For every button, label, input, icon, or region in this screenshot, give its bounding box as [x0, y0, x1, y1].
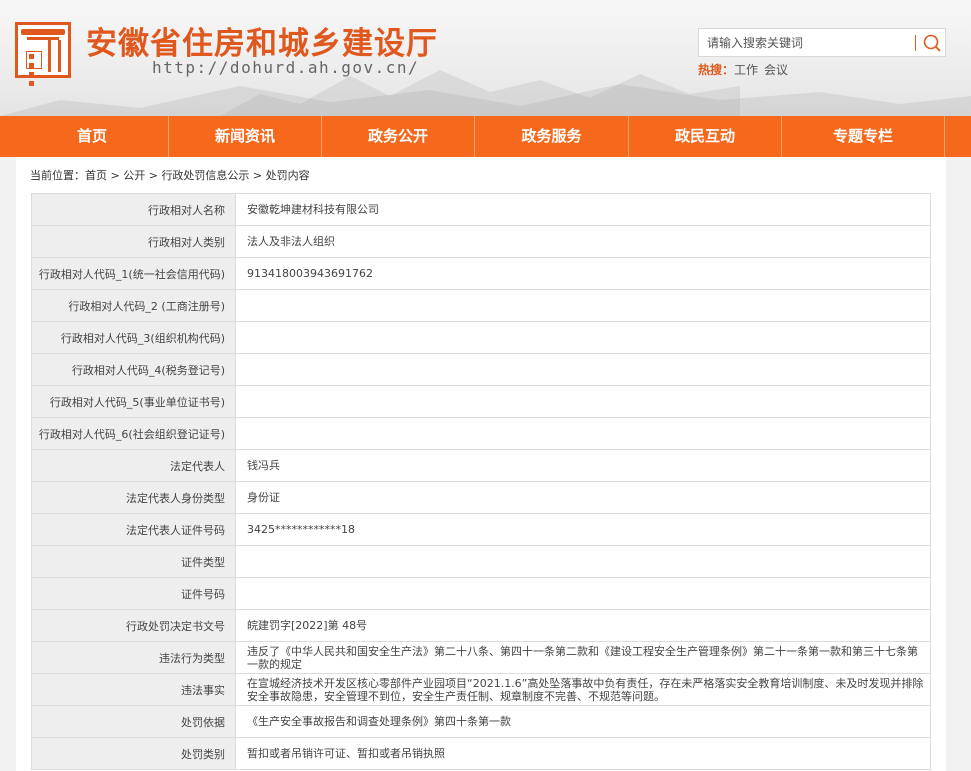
row-value: 皖建罚字[2022]第 48号 — [235, 609, 931, 642]
site-header: 安徽省住房和城乡建设厅 http://dohurd.ah.gov.cn/ 热搜：… — [0, 0, 971, 116]
breadcrumb-separator: > — [107, 169, 124, 182]
content-panel: 当前位置：首页 > 公开 > 行政处罚信息公示 > 处罚内容 行政相对人名称 安徽… — [16, 157, 946, 771]
table-row: 法定代表人身份类型 身份证 — [31, 481, 931, 514]
search-input[interactable] — [699, 29, 913, 56]
row-label: 法定代表人 — [31, 449, 236, 482]
row-label: 行政相对人代码_4(税务登记号) — [31, 353, 236, 386]
nav-item-gov-services[interactable]: 政务服务 — [475, 116, 629, 157]
row-value: 3425************18 — [235, 513, 931, 546]
row-value: 安徽乾坤建材科技有限公司 — [235, 193, 931, 226]
breadcrumb-home[interactable]: 首页 — [85, 169, 107, 182]
search-divider — [915, 35, 916, 51]
row-value: 在宣城经济技术开发区核心零部件产业园项目“2021.1.6”高处坠落事故中负有责… — [235, 673, 931, 706]
row-value: 违反了《中华人民共和国安全生产法》第二十八条、第四十一条第二款和《建设工程安全生… — [235, 641, 931, 674]
row-label: 行政相对人代码_6(社会组织登记证号) — [31, 417, 236, 450]
search-box — [698, 28, 946, 57]
table-row: 行政相对人名称 安徽乾坤建材科技有限公司 — [31, 193, 931, 226]
row-label: 行政相对人类别 — [31, 225, 236, 258]
site-url: http://dohurd.ah.gov.cn/ — [152, 58, 420, 77]
breadcrumb-public[interactable]: 公开 — [123, 169, 145, 182]
row-label: 法定代表人身份类型 — [31, 481, 236, 514]
row-value: 钱冯兵 — [235, 449, 931, 482]
row-label: 行政相对人代码_1(统一社会信用代码) — [31, 257, 236, 290]
breadcrumb-penalty-info[interactable]: 行政处罚信息公示 — [161, 169, 249, 182]
search-icon — [923, 34, 941, 52]
row-label: 证件类型 — [31, 545, 236, 578]
row-value — [235, 545, 931, 578]
breadcrumb-separator: > — [249, 169, 266, 182]
nav-item-gov-affairs[interactable]: 政务公开 — [322, 116, 475, 157]
hot-keyword-work[interactable]: 工作 — [734, 63, 758, 77]
row-value — [235, 577, 931, 610]
table-row: 行政相对人代码_4(税务登记号) — [31, 353, 931, 386]
row-label: 违法行为类型 — [31, 641, 236, 674]
search-button[interactable] — [921, 32, 943, 54]
breadcrumb-separator: > — [145, 169, 162, 182]
table-row: 法定代表人证件号码 3425************18 — [31, 513, 931, 546]
main-nav: 首页 新闻资讯 政务公开 政务服务 政民互动 专题专栏 — [0, 116, 971, 157]
table-row: 行政相对人代码_2 (工商注册号) — [31, 289, 931, 322]
hot-keyword-meeting[interactable]: 会议 — [764, 63, 788, 77]
table-row: 证件号码 — [31, 577, 931, 610]
table-row: 违法行为类型 违反了《中华人民共和国安全生产法》第二十八条、第四十一条第二款和《建… — [31, 641, 931, 674]
row-value: 913418003943691762 — [235, 257, 931, 290]
row-value: 法人及非法人组织 — [235, 225, 931, 258]
table-row: 行政相对人类别 法人及非法人组织 — [31, 225, 931, 258]
row-value — [235, 289, 931, 322]
table-row: 行政相对人代码_6(社会组织登记证号) — [31, 417, 931, 450]
row-label: 处罚依据 — [31, 705, 236, 738]
row-label: 法定代表人证件号码 — [31, 513, 236, 546]
table-row: 法定代表人 钱冯兵 — [31, 449, 931, 482]
breadcrumb-current: 处罚内容 — [265, 169, 310, 182]
table-row: 行政相对人代码_3(组织机构代码) — [31, 321, 931, 354]
table-row: 行政处罚决定书文号 皖建罚字[2022]第 48号 — [31, 609, 931, 642]
table-row: 证件类型 — [31, 545, 931, 578]
row-value: 《生产安全事故报告和调查处理条例》第四十条第一款 — [235, 705, 931, 738]
nav-item-interaction[interactable]: 政民互动 — [629, 116, 782, 157]
row-value: 暂扣或者吊销许可证、暂扣或者吊销执照 — [235, 737, 931, 770]
breadcrumb: 当前位置：首页 > 公开 > 行政处罚信息公示 > 处罚内容 — [30, 167, 310, 183]
mountain-decoration-icon — [0, 84, 971, 116]
row-value — [235, 417, 931, 450]
hot-search-label: 热搜： — [698, 63, 735, 77]
row-label: 证件号码 — [31, 577, 236, 610]
row-label: 行政处罚决定书文号 — [31, 609, 236, 642]
table-row: 违法事实 在宣城经济技术开发区核心零部件产业园项目“2021.1.6”高处坠落事故… — [31, 673, 931, 706]
nav-item-topics[interactable]: 专题专栏 — [782, 116, 945, 157]
row-label: 行政相对人代码_2 (工商注册号) — [31, 289, 236, 322]
penalty-info-table: 行政相对人名称 安徽乾坤建材科技有限公司 行政相对人类别 法人及非法人组织 行政相对人代… — [31, 193, 931, 770]
row-label: 违法事实 — [31, 673, 236, 706]
nav-item-news[interactable]: 新闻资讯 — [169, 116, 322, 157]
row-value — [235, 385, 931, 418]
breadcrumb-prefix: 当前位置： — [30, 169, 85, 182]
row-label: 行政相对人代码_5(事业单位证书号) — [31, 385, 236, 418]
table-row: 处罚依据 《生产安全事故报告和调查处理条例》第四十条第一款 — [31, 705, 931, 738]
row-value: 身份证 — [235, 481, 931, 514]
row-label: 行政相对人代码_3(组织机构代码) — [31, 321, 236, 354]
table-row: 行政相对人代码_1(统一社会信用代码) 913418003943691762 — [31, 257, 931, 290]
site-logo[interactable] — [15, 22, 71, 86]
row-label: 行政相对人名称 — [31, 193, 236, 226]
hot-search: 热搜：工作 会议 — [698, 61, 794, 78]
row-label: 处罚类别 — [31, 737, 236, 770]
nav-item-home[interactable]: 首页 — [16, 116, 169, 157]
row-value — [235, 321, 931, 354]
table-row: 行政相对人代码_5(事业单位证书号) — [31, 385, 931, 418]
table-row: 处罚类别 暂扣或者吊销许可证、暂扣或者吊销执照 — [31, 737, 931, 770]
row-value — [235, 353, 931, 386]
site-title: 安徽省住房和城乡建设厅 — [86, 26, 438, 62]
